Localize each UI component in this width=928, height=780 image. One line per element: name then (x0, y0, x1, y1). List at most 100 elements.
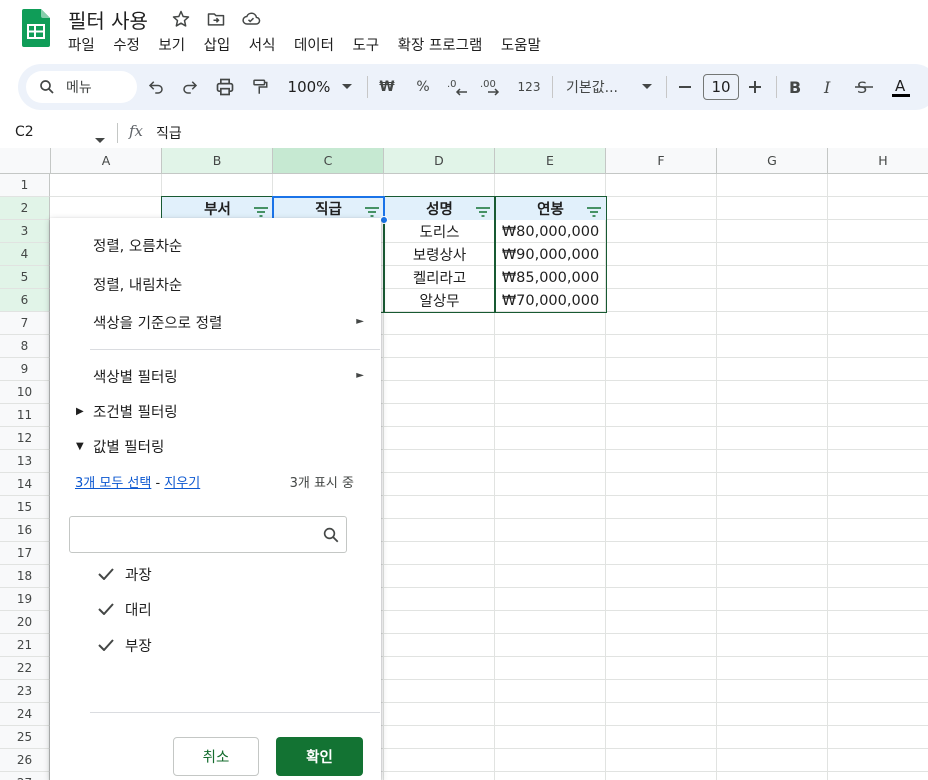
row-header[interactable]: 18 (0, 565, 50, 588)
menu-insert[interactable]: 삽입 (204, 34, 231, 56)
row-header[interactable]: 27 (0, 772, 50, 780)
ok-button[interactable]: 확인 (276, 737, 363, 776)
column-header-a[interactable]: A (51, 148, 162, 174)
row-header[interactable]: 22 (0, 657, 50, 680)
row-header[interactable]: 21 (0, 634, 50, 657)
row-header[interactable]: 12 (0, 427, 50, 450)
value-search-input[interactable] (78, 525, 308, 545)
value-checkbox-item[interactable]: 과장 (97, 563, 217, 585)
move-folder-icon[interactable] (205, 8, 227, 30)
filter-by-color-item[interactable]: 색상별 필터링 (93, 366, 178, 387)
row-header[interactable]: 10 (0, 381, 50, 404)
column-header-e[interactable]: E (495, 148, 606, 174)
header-cell-department[interactable]: 부서 (162, 197, 273, 220)
cell-d3[interactable]: 도리스 (384, 220, 495, 243)
print-icon[interactable] (214, 64, 236, 110)
sort-by-color-item[interactable]: 색상을 기준으로 정렬 (93, 312, 222, 333)
column-header-c[interactable]: C (273, 148, 384, 174)
decrease-decimal-icon[interactable]: .0 (446, 64, 470, 110)
strikethrough-icon[interactable]: S (852, 64, 876, 110)
column-header-g[interactable]: G (717, 148, 828, 174)
menu-data[interactable]: 데이터 (294, 34, 334, 56)
header-cell-salary[interactable]: 연봉 (495, 197, 606, 220)
row-header[interactable]: 6 (0, 289, 50, 312)
row-header[interactable]: 16 (0, 519, 50, 542)
cell-e6[interactable]: ₩70,000,000 (495, 289, 606, 312)
row-header[interactable]: 26 (0, 749, 50, 772)
fill-handle[interactable] (380, 216, 388, 224)
filter-by-values-item[interactable]: 값별 필터링 (93, 436, 164, 457)
select-all-link[interactable]: 3개 모두 선택 (75, 476, 151, 491)
menu-edit[interactable]: 수정 (113, 34, 140, 56)
expand-triangle-icon[interactable]: ▶ (76, 406, 84, 417)
star-icon[interactable] (170, 8, 192, 30)
increase-decimal-icon[interactable]: .00 (480, 64, 504, 110)
menu-format[interactable]: 서식 (249, 34, 276, 56)
row-header[interactable]: 11 (0, 404, 50, 427)
name-box-dropdown-icon[interactable] (95, 129, 105, 148)
row-header[interactable]: 24 (0, 703, 50, 726)
header-cell-name[interactable]: 성명 (384, 197, 495, 220)
font-size-input[interactable]: 10 (703, 74, 739, 100)
percent-format-button[interactable]: % (412, 64, 434, 110)
row-header[interactable]: 23 (0, 680, 50, 703)
number-format-button[interactable]: 123 (515, 64, 543, 110)
sort-ascending-item[interactable]: 정렬, 오름차순 (93, 235, 182, 256)
menu-search-box[interactable]: 메뉴 (26, 71, 137, 103)
row-header[interactable]: 15 (0, 496, 50, 519)
cell-d5[interactable]: 켈리라고 (384, 266, 495, 289)
plus-icon[interactable] (744, 64, 766, 110)
cell-d6[interactable]: 알상무 (384, 289, 495, 312)
name-box[interactable]: C2 (15, 124, 34, 140)
menu-view[interactable]: 보기 (158, 34, 185, 56)
row-header[interactable]: 9 (0, 358, 50, 381)
column-header-b[interactable]: B (162, 148, 273, 174)
checkmark-icon[interactable] (97, 636, 115, 654)
cell-e4[interactable]: ₩90,000,000 (495, 243, 606, 266)
currency-format-button[interactable]: ₩ (376, 64, 398, 110)
font-dropdown-icon[interactable] (638, 64, 656, 110)
row-header[interactable]: 14 (0, 473, 50, 496)
minus-icon[interactable] (674, 64, 696, 110)
zoom-dropdown-icon[interactable] (338, 64, 356, 110)
column-header-d[interactable]: D (384, 148, 495, 174)
cloud-status-icon[interactable] (240, 8, 262, 30)
paint-format-icon[interactable] (249, 64, 271, 110)
cell-e5[interactable]: ₩85,000,000 (495, 266, 606, 289)
value-search-field[interactable] (69, 516, 347, 553)
sort-descending-item[interactable]: 정렬, 내림차순 (93, 274, 182, 295)
value-checkbox-item[interactable]: 대리 (97, 598, 217, 620)
checkmark-icon[interactable] (97, 565, 115, 583)
font-family-select[interactable]: 기본값... (566, 64, 628, 110)
cell-e3[interactable]: ₩80,000,000 (495, 220, 606, 243)
row-header[interactable]: 4 (0, 243, 50, 266)
row-header[interactable]: 5 (0, 266, 50, 289)
filter-by-condition-item[interactable]: 조건별 필터링 (93, 401, 178, 422)
italic-icon[interactable]: I (818, 64, 840, 110)
menu-help[interactable]: 도움말 (501, 34, 541, 56)
row-header[interactable]: 20 (0, 611, 50, 634)
undo-icon[interactable] (145, 64, 167, 110)
redo-icon[interactable] (179, 64, 201, 110)
cancel-button[interactable]: 취소 (173, 737, 259, 776)
select-all-corner[interactable] (0, 148, 51, 174)
header-cell-position[interactable]: 직급 (273, 197, 384, 220)
row-header[interactable]: 2 (0, 197, 50, 220)
cell-d4[interactable]: 보령상사 (384, 243, 495, 266)
row-header[interactable]: 25 (0, 726, 50, 749)
filter-icon[interactable] (587, 205, 601, 221)
filter-icon[interactable] (476, 205, 490, 221)
clear-link[interactable]: 지우기 (164, 476, 200, 491)
row-header[interactable]: 19 (0, 588, 50, 611)
formula-input[interactable]: 직급 (156, 123, 182, 143)
sheets-logo-icon[interactable] (22, 9, 50, 47)
column-header-h[interactable]: H (828, 148, 928, 174)
menu-tools[interactable]: 도구 (352, 34, 379, 56)
menu-file[interactable]: 파일 (68, 34, 95, 56)
document-title[interactable]: 필터 사용 (68, 5, 148, 34)
row-header[interactable]: 1 (0, 174, 50, 197)
row-header[interactable]: 3 (0, 220, 50, 243)
value-checkbox-item[interactable]: 부장 (97, 634, 217, 656)
checkmark-icon[interactable] (97, 600, 115, 618)
row-header[interactable]: 8 (0, 335, 50, 358)
